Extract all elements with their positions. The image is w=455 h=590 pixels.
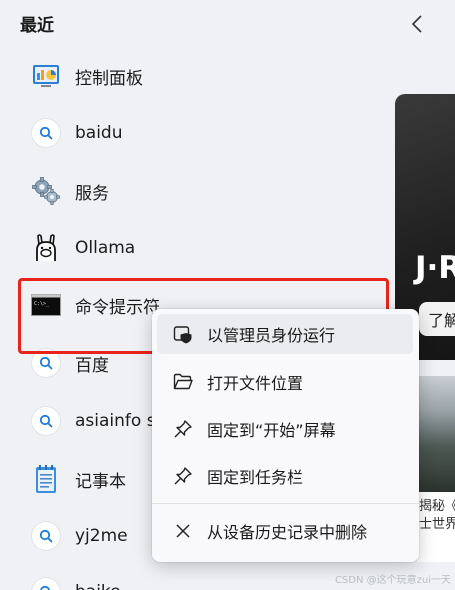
menu-item-run-as-admin[interactable]: 以管理员身份运行 (157, 314, 413, 354)
list-item-label: baike (75, 582, 121, 590)
search-icon (31, 118, 61, 148)
pin-icon (171, 464, 195, 488)
search-icon (31, 406, 61, 436)
list-item-label: 命令提示符 (75, 297, 160, 318)
svg-text:C:\>_: C:\>_ (34, 301, 50, 307)
list-item-label: Ollama (75, 238, 136, 258)
shield-run-icon (171, 322, 195, 346)
menu-item-pin-to-start[interactable]: 固定到“开始”屏幕 (157, 409, 413, 449)
menu-item-label: 从设备历史记录中删除 (207, 523, 368, 542)
search-icon (31, 521, 61, 551)
menu-item-open-file-location[interactable]: 打开文件位置 (157, 362, 413, 402)
notepad-icon (31, 464, 61, 494)
menu-item-label: 固定到任务栏 (207, 468, 304, 487)
list-item-baike[interactable]: baike (28, 570, 358, 590)
menu-item-label: 固定到“开始”屏幕 (207, 421, 336, 440)
menu-divider (152, 503, 419, 504)
folder-open-icon (171, 370, 195, 394)
preview-caption[interactable]: 揭秘《 士世界 (417, 492, 455, 562)
list-item-control-panel[interactable]: 控制面板 (28, 54, 358, 98)
list-item-baidu[interactable]: baidu (28, 111, 358, 155)
control-panel-icon (31, 61, 61, 91)
list-item-ollama[interactable]: Ollama (28, 226, 358, 270)
services-gear-icon (31, 176, 61, 206)
menu-item-label: 以管理员身份运行 (207, 326, 336, 345)
menu-item-label: 打开文件位置 (207, 374, 304, 393)
menu-item-remove-from-history[interactable]: 从设备历史记录中删除 (157, 511, 413, 551)
preview-caption-line: 士世界 (419, 517, 455, 532)
list-item-label: asiainfo s (75, 411, 156, 431)
list-item-label: baidu (75, 123, 123, 143)
list-item-services[interactable]: 服务 (28, 169, 358, 213)
list-item-label: 记事本 (75, 471, 126, 492)
list-item-label: 控制面板 (75, 68, 143, 89)
list-item-label: 百度 (75, 355, 109, 376)
ollama-llama-icon (31, 233, 61, 263)
preview-caption-line: 揭秘《 (419, 499, 455, 514)
command-prompt-icon: C:\>_ (31, 290, 61, 320)
close-x-icon (171, 519, 195, 543)
pin-icon (171, 417, 195, 441)
list-item-label: 服务 (75, 183, 109, 204)
list-item-label: yj2me (75, 526, 128, 546)
chevron-left-icon (411, 15, 422, 33)
learn-more-button[interactable]: 了解 (419, 302, 455, 336)
preview-landscape-image[interactable] (417, 376, 455, 492)
back-button[interactable] (404, 11, 430, 37)
context-menu: 以管理员身份运行 打开文件位置 固定到“开始”屏幕 固定到任务栏 从设备历史记录… (152, 309, 419, 562)
menu-item-pin-to-taskbar[interactable]: 固定到任务栏 (157, 456, 413, 496)
watermark: CSDN @这个玩意zui一天 (334, 575, 451, 586)
preview-title: J·R (415, 250, 455, 286)
search-icon (31, 577, 61, 590)
search-icon (31, 348, 61, 378)
